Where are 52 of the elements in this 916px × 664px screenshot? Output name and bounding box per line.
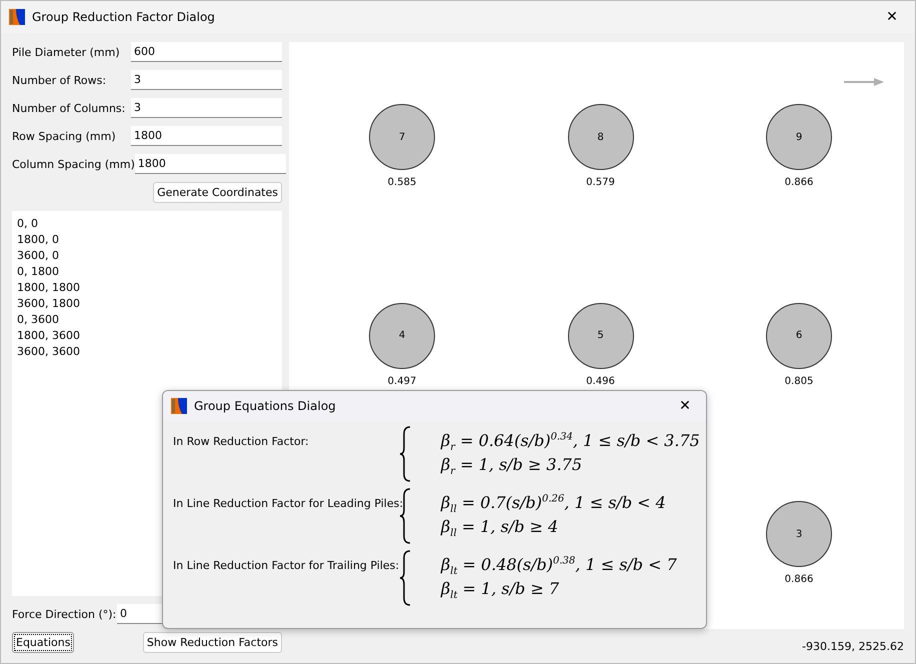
reduction-factor: 0.866 [784, 574, 814, 585]
equation: β$_{ll}$ = 0.7(s/b)$^{0.26}$, 1 ≤ s/b < 4 [441, 492, 667, 515]
equation: β$_{ll}$ = 1, s/b ≥ 4 [441, 517, 560, 540]
brace-icon [399, 550, 411, 606]
input-field[interactable]: 1800 [134, 154, 286, 174]
pile-circle: 8 [568, 104, 634, 170]
field-label: Force Direction (°): [12, 608, 117, 620]
field-label: Number of Rows: [12, 74, 108, 86]
reduction-factor: 0.866 [784, 177, 814, 188]
reduction-factor: 0.496 [586, 376, 615, 386]
coordinate-line: 1800, 0 [17, 232, 60, 248]
field-label: Column Spacing (mm) [12, 158, 135, 170]
show-reduction-factors-button[interactable]: Show Reduction Factors [142, 632, 282, 653]
equation: β$_{lt}$ = 1, s/b ≥ 7 [441, 579, 560, 602]
app-logo-icon [171, 398, 187, 414]
reduction-factor: 0.497 [388, 376, 416, 386]
coordinate-line: 0, 0 [17, 216, 39, 232]
field-label: Row Spacing (mm) [12, 130, 117, 142]
pile-circle: 9 [766, 104, 832, 170]
force-arrow-icon [844, 78, 884, 86]
cursor-coordinates: -930.159, 2525.62 [802, 640, 904, 653]
pile-circle: 3 [766, 501, 832, 567]
input-field[interactable]: 3 [131, 98, 282, 118]
input-field[interactable]: 3 [131, 70, 282, 90]
input-field[interactable]: 1800 [131, 126, 282, 146]
generate-coordinates-button[interactable]: Generate Coordinates [153, 182, 282, 203]
coordinate-line: 1800, 1800 [17, 280, 81, 296]
reduction-factor: 0.579 [586, 177, 615, 188]
close-button[interactable]: ✕ [877, 3, 907, 31]
reduction-factor: 0.805 [784, 376, 814, 386]
close-button[interactable]: ✕ [670, 392, 700, 420]
input-field[interactable]: 600 [131, 42, 282, 62]
pile-circle: 4 [369, 302, 435, 368]
window-title: Group Reduction Factor Dialog [32, 10, 216, 24]
pile-circle: 7 [369, 104, 435, 170]
coordinate-line: 0, 3600 [17, 312, 60, 328]
equation: β$_{r}$ = 1, s/b ≥ 3.75 [441, 455, 584, 478]
reduction-factor: 0.585 [388, 177, 416, 188]
coordinate-line: 0, 1800 [17, 264, 60, 280]
equation: β$_{r}$ = 0.64(s/b)$^{0.34}$, 1 ≤ s/b < 3.75 [441, 430, 700, 453]
equation: β$_{lt}$ = 0.48(s/b)$^{0.38}$, 1 ≤ s/b < 7 [441, 554, 678, 577]
pile-circle: 6 [766, 302, 832, 368]
coordinate-line: 3600, 0 [17, 248, 60, 264]
brace-icon [399, 426, 411, 482]
field-label: Pile Diameter (mm) [12, 46, 121, 58]
coordinate-line: 3600, 3600 [17, 344, 81, 360]
field-label: Number of Columns: [12, 102, 126, 114]
equations-button[interactable]: Equations [12, 632, 74, 653]
coordinate-line: 1800, 3600 [17, 328, 81, 344]
app-logo-icon [9, 9, 25, 25]
coordinate-line: 3600, 1800 [17, 296, 81, 312]
pile-circle: 5 [568, 302, 634, 368]
